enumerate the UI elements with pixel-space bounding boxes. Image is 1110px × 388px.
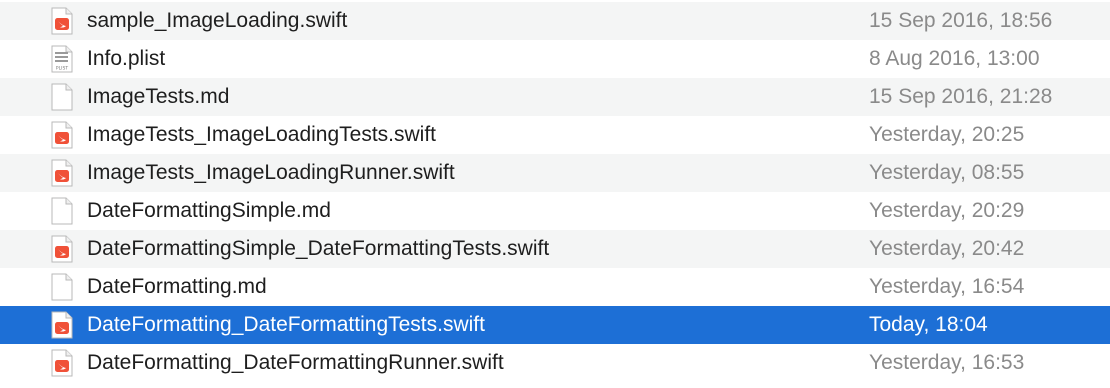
plist-badge-text: PLIST [56, 66, 68, 72]
file-row[interactable]: DateFormatting.md Yesterday, 16:54 [0, 268, 1110, 306]
file-name: DateFormattingSimple.md [87, 199, 331, 222]
file-name: Info.plist [87, 47, 166, 70]
swift-file-icon [51, 159, 73, 187]
file-modified-date: 15 Sep 2016, 21:28 [869, 85, 1053, 108]
plist-file-icon: PLIST [51, 45, 73, 73]
file-row[interactable]: ImageTests.md 15 Sep 2016, 21:28 [0, 78, 1110, 116]
file-name: sample_ImageLoading.swift [87, 9, 348, 32]
file-name: ImageTests.md [87, 85, 230, 108]
file-name: ImageTests_ImageLoadingTests.swift [87, 123, 437, 146]
file-row[interactable]: ImageTests_ImageLoadingTests.swift Yeste… [0, 116, 1110, 154]
file-name: DateFormatting.md [87, 275, 267, 298]
file-modified-date: Yesterday, 16:54 [869, 275, 1025, 298]
document-file-icon [51, 83, 73, 111]
file-row[interactable]: DateFormatting_DateFormattingRunner.swif… [0, 344, 1110, 382]
file-modified-date: Yesterday, 20:29 [869, 199, 1025, 222]
swift-file-icon [51, 121, 73, 149]
document-file-icon [51, 197, 73, 225]
swift-file-icon [51, 7, 73, 35]
file-modified-date: 8 Aug 2016, 13:00 [869, 47, 1040, 70]
file-name: ImageTests_ImageLoadingRunner.swift [87, 161, 455, 184]
document-file-icon [51, 273, 73, 301]
file-list: sample_ImageLoading.swift 15 Sep 2016, 1… [0, 0, 1110, 388]
file-modified-date: Yesterday, 16:53 [869, 351, 1025, 374]
file-row[interactable]: sample_ImageLoading.swift 15 Sep 2016, 1… [0, 2, 1110, 40]
file-modified-date: Today, 18:04 [869, 313, 988, 336]
file-name: DateFormattingSimple_DateFormattingTests… [87, 237, 550, 260]
file-name: DateFormatting_DateFormattingTests.swift [87, 313, 485, 336]
file-modified-date: Yesterday, 08:55 [869, 161, 1025, 184]
file-row[interactable]: PLIST Info.plist 8 Aug 2016, 13:00 [0, 40, 1110, 78]
file-row-selected[interactable]: DateFormatting_DateFormattingTests.swift… [0, 306, 1110, 344]
file-modified-date: Yesterday, 20:42 [869, 237, 1025, 260]
file-modified-date: Yesterday, 20:25 [869, 123, 1025, 146]
file-row[interactable]: DateFormattingSimple_DateFormattingTests… [0, 230, 1110, 268]
file-row[interactable]: DateFormattingSimple.md Yesterday, 20:29 [0, 192, 1110, 230]
file-modified-date: 15 Sep 2016, 18:56 [869, 9, 1053, 32]
swift-file-icon [51, 349, 73, 377]
file-row[interactable]: ImageTests_ImageLoadingRunner.swift Yest… [0, 154, 1110, 192]
file-name: DateFormatting_DateFormattingRunner.swif… [87, 351, 504, 374]
swift-file-icon [51, 235, 73, 263]
swift-file-icon [51, 311, 73, 339]
